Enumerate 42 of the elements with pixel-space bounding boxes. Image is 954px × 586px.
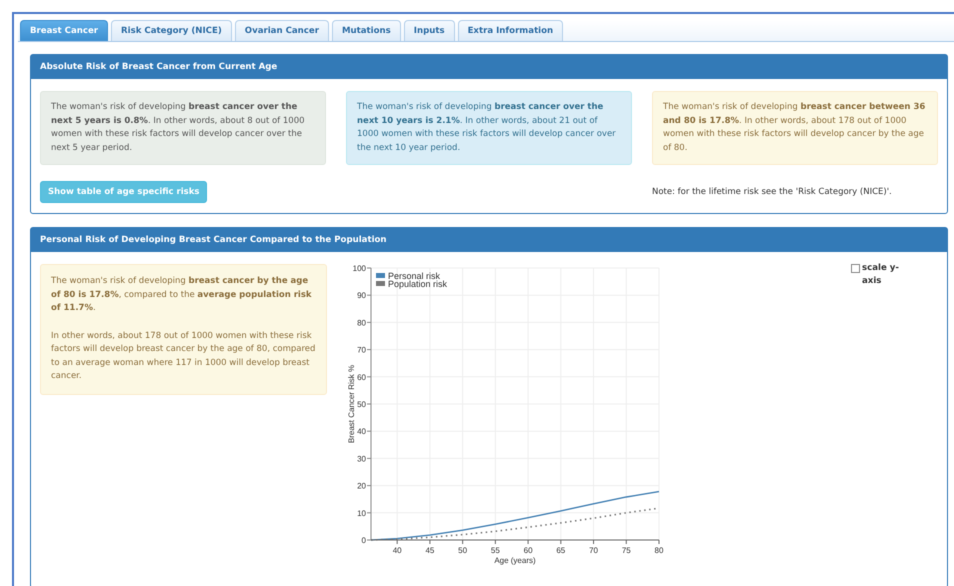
tick-label: 30 <box>357 454 366 464</box>
tick-label: 90 <box>357 291 366 300</box>
tick-label: 60 <box>524 546 533 555</box>
axis-title: Breast Cancer Risk % <box>347 364 356 444</box>
legend-label: Personal risk <box>388 271 440 281</box>
tick-label: 50 <box>357 400 366 409</box>
tick-label: 40 <box>357 427 366 436</box>
checkbox-label: scale y-axis <box>862 262 900 288</box>
tick-label: 60 <box>357 372 366 382</box>
tick-label: 65 <box>556 546 566 555</box>
tick-label: 20 <box>357 482 366 491</box>
tab[interactable]: Risk Category (NICE) <box>111 20 232 41</box>
legend-swatch <box>376 273 385 278</box>
legend-label: Population risk <box>388 279 448 289</box>
tick-label: 40 <box>392 546 402 555</box>
risk-text: The woman's risk of developing breast cancer over the next 5 years is 0.8%. In other words, about 8 out of 1000 women with these risk factors will develop cancer over the next 5 year period. <box>51 101 306 154</box>
panel-title: Absolute Risk of Breast Cancer from Current Age <box>31 55 947 79</box>
note-text: Note: for the lifetime risk see the 'Risk Category (NICE)'. <box>652 187 893 197</box>
tick-label: 10 <box>357 508 366 518</box>
risk-text: The woman's risk of developing breast cancer by the age of 80 is 17.8%, compared to the average population risk of 11.7%. <box>51 275 313 315</box>
tab[interactable]: Inputs <box>404 20 455 41</box>
tick-label: 50 <box>458 546 468 555</box>
tab[interactable]: Extra Information <box>458 20 564 41</box>
risk-text: The woman's risk of developing breast cancer over the next 10 years is 2.1%. In other words, about 21 out of 1000 women with these risk factors will develop cancer over the next 10 year period. <box>357 101 617 154</box>
tick-label: 45 <box>425 546 434 555</box>
panel-title: Personal Risk of Developing Breast Cancer Compared to the Population <box>31 228 947 252</box>
tick-label: 55 <box>490 546 500 555</box>
tick-label: 80 <box>357 318 366 328</box>
legend-swatch <box>376 281 385 286</box>
tick-label: 0 <box>362 536 366 545</box>
checkbox[interactable] <box>851 264 860 273</box>
tab[interactable]: Ovarian Cancer <box>234 20 329 41</box>
tick-label: 70 <box>589 546 598 555</box>
risk-text: In other words, about 178 out of 1000 women with these risk factors will develop breast cancer by the age of 80, compared to an average woman where 117 in 1000 will develop breast cancer. <box>51 330 316 383</box>
tab[interactable]: Mutations <box>332 20 401 41</box>
tick-label: 80 <box>654 546 664 555</box>
risk-text: The woman's risk of developing breast cancer between 36 and 80 is 17.8%. In other words, about 178 out of 1000 women with these risk factors will develop cancer by the age of 80. <box>663 101 926 154</box>
tick-label: 100 <box>352 264 366 273</box>
tick-label: 75 <box>622 546 631 555</box>
axis-title: Age (years) <box>494 556 536 565</box>
tick-label: 70 <box>357 346 366 355</box>
tab[interactable]: Breast Cancer <box>20 20 108 41</box>
